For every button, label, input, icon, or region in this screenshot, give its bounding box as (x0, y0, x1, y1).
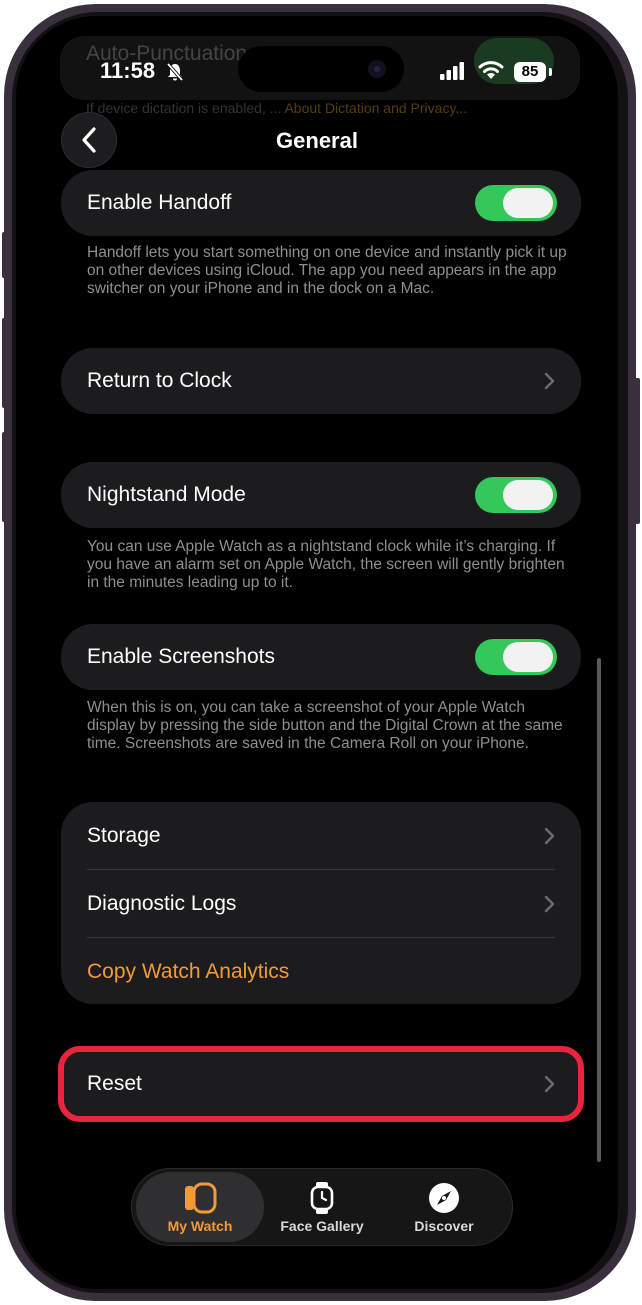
screenshots-label: Enable Screenshots (87, 645, 275, 668)
battery-indicator: 85 (514, 62, 546, 82)
handoff-footnote: Handoff lets you start something on one … (87, 244, 567, 297)
front-camera (368, 60, 386, 78)
storage-group: Storage Diagnostic Logs Copy Watch Analy… (61, 802, 581, 1004)
chevron-right-icon (544, 372, 555, 390)
handoff-toggle[interactable] (475, 185, 557, 221)
tab-label: Discover (414, 1218, 474, 1234)
return-to-clock-label: Return to Clock (87, 369, 232, 392)
chevron-right-icon (544, 827, 555, 845)
nightstand-row: Nightstand Mode (61, 462, 581, 528)
nightstand-toggle[interactable] (475, 477, 557, 513)
copy-watch-analytics-link[interactable]: Copy Watch Analytics (87, 960, 289, 984)
wifi-icon (478, 61, 504, 79)
compass-icon (429, 1183, 459, 1213)
tab-face-gallery[interactable]: Face Gallery (258, 1172, 386, 1242)
cellular-signal-icon (440, 62, 464, 80)
nightstand-label: Nightstand Mode (87, 483, 246, 506)
storage-label[interactable]: Storage (87, 824, 161, 848)
page-title: General (276, 128, 358, 153)
screenshots-toggle[interactable] (475, 639, 557, 675)
tab-label: My Watch (167, 1218, 233, 1234)
return-to-clock-row[interactable]: Return to Clock (61, 348, 581, 414)
reset-highlight-outline (58, 1046, 584, 1122)
tab-label: Face Gallery (280, 1218, 364, 1234)
status-time: 11:58 (100, 58, 156, 83)
tab-discover[interactable]: Discover (380, 1172, 508, 1242)
nightstand-footnote: You can use Apple Watch as a nightstand … (87, 538, 565, 591)
watch-icon (185, 1182, 217, 1214)
status-bar: 11:58 85 (16, 16, 618, 116)
silent-mode-icon (166, 62, 184, 82)
watch-face-icon (310, 1182, 334, 1214)
handoff-label: Enable Handoff (87, 191, 232, 214)
screenshots-row: Enable Screenshots (61, 624, 581, 690)
scroll-indicator[interactable] (597, 658, 601, 1162)
row-divider (87, 937, 555, 938)
handoff-row: Enable Handoff (61, 170, 581, 236)
diagnostic-logs-label[interactable]: Diagnostic Logs (87, 892, 236, 916)
screenshots-footnote: When this is on, you can take a screensh… (87, 699, 563, 752)
tab-bar: My Watch Face Gallery Discover (131, 1168, 513, 1246)
phone-screen: Auto-Punctuation If device dictation is … (16, 16, 618, 1289)
battery-tip (549, 68, 552, 76)
row-divider (87, 869, 555, 870)
chevron-right-icon (544, 895, 555, 913)
tab-my-watch[interactable]: My Watch (136, 1172, 264, 1242)
